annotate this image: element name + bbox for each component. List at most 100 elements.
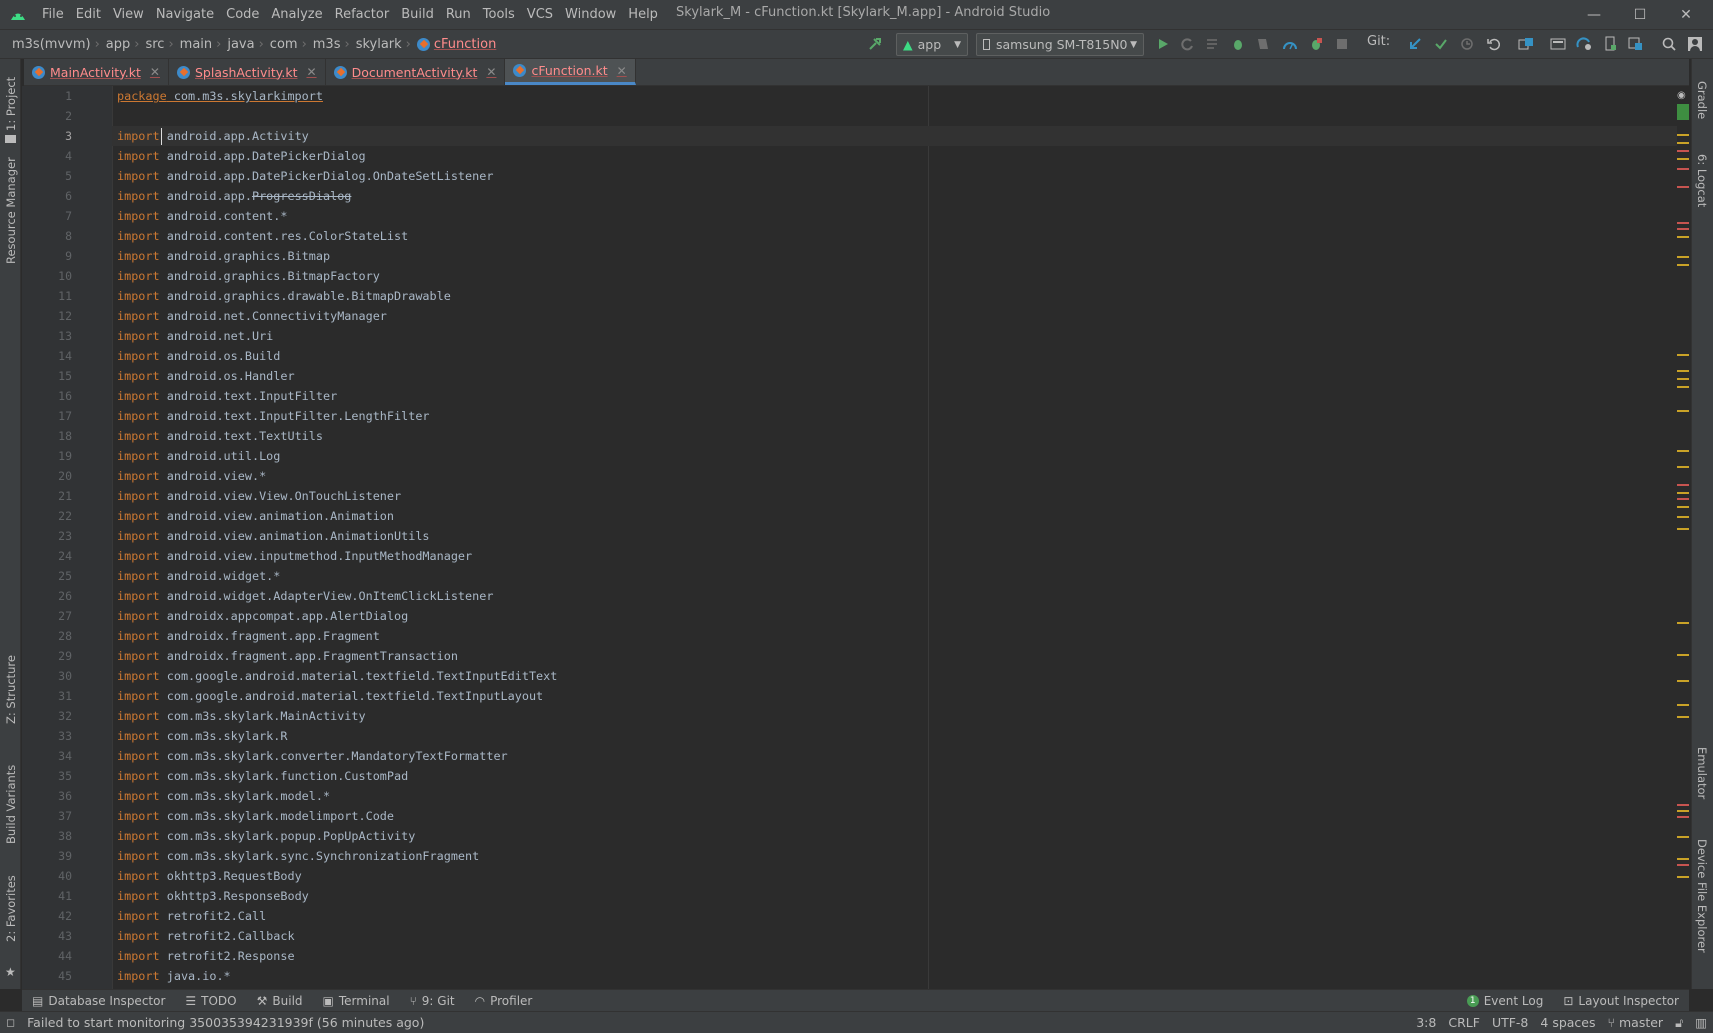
code-line[interactable]: import com.m3s.skylark.sync.Synchronizat… (117, 846, 479, 866)
status-toggle-icon[interactable]: ◻ (0, 1016, 21, 1029)
code-line[interactable]: import android.text.InputFilter (117, 386, 337, 406)
line-separator[interactable]: CRLF (1442, 1015, 1486, 1030)
maximize-button[interactable]: ☐ (1617, 0, 1663, 29)
code-line[interactable]: import androidx.appcompat.app.AlertDialo… (117, 606, 408, 626)
favorites-tool-tab[interactable]: 2: Favorites (4, 875, 18, 942)
error-stripe-mark[interactable] (1677, 498, 1689, 500)
menu-file[interactable]: File (36, 0, 70, 29)
git-history-icon[interactable] (1456, 33, 1478, 55)
code-editor[interactable]: package com.m3s.skylarkimport import andr… (112, 86, 1677, 989)
breadcrumb-item[interactable]: m3s (309, 37, 343, 52)
error-stripe-mark[interactable] (1677, 484, 1689, 486)
error-stripe-mark[interactable] (1677, 506, 1689, 508)
error-stripe-mark[interactable] (1677, 142, 1689, 144)
error-stripe-mark[interactable] (1677, 858, 1689, 860)
error-stripe-mark[interactable] (1677, 466, 1689, 468)
menu-refactor[interactable]: Refactor (329, 0, 396, 29)
sync-gradle-icon[interactable] (1573, 33, 1595, 55)
device-manager-icon[interactable] (1625, 33, 1647, 55)
status-message[interactable]: Failed to start monitoring 3500353942319… (21, 1015, 430, 1030)
code-line[interactable]: import com.m3s.skylark.popup.PopUpActivi… (117, 826, 415, 846)
git-rollback-icon[interactable] (1482, 33, 1504, 55)
code-line[interactable]: import okhttp3.ResponseBody (117, 886, 309, 906)
git-tab[interactable]: ⑂ 9: Git (400, 994, 465, 1008)
code-line[interactable]: import android.view.animation.Animation (117, 506, 394, 526)
indent-setting[interactable]: 4 spaces (1534, 1015, 1601, 1030)
error-stripe-mark[interactable] (1677, 158, 1689, 160)
hammer-icon[interactable] (864, 33, 886, 55)
error-stripe-mark[interactable] (1677, 354, 1689, 356)
error-stripe-mark[interactable] (1677, 654, 1689, 656)
breadcrumb-item[interactable]: java (223, 37, 256, 52)
editor-tab[interactable]: DocumentActivity.kt ✕ (326, 59, 506, 85)
close-button[interactable]: ✕ (1663, 0, 1709, 29)
close-tab-icon[interactable]: ✕ (617, 64, 627, 78)
code-line[interactable]: import android.view.* (117, 466, 266, 486)
menu-tools[interactable]: Tools (477, 0, 521, 29)
breadcrumb-item[interactable]: com (266, 37, 300, 52)
code-line[interactable]: import android.widget.AdapterView.OnItem… (117, 586, 493, 606)
code-line[interactable]: import com.m3s.skylark.modelimport.Code (117, 806, 394, 826)
minimize-button[interactable]: — (1571, 0, 1617, 29)
event-log-tab[interactable]: 1 Event Log (1457, 994, 1554, 1008)
menu-analyze[interactable]: Analyze (265, 0, 328, 29)
error-stripe-mark[interactable] (1677, 450, 1689, 452)
logcat-tool-tab[interactable]: 6: Logcat (1695, 154, 1709, 207)
code-line[interactable]: import retrofit2.Call (117, 906, 266, 926)
code-line[interactable]: import retrofit2.Response (117, 946, 295, 966)
error-stripe-mark[interactable] (1677, 264, 1689, 266)
error-stripe-mark[interactable] (1677, 386, 1689, 388)
sdk-manager-icon[interactable] (1547, 33, 1569, 55)
menu-code[interactable]: Code (220, 0, 265, 29)
code-line[interactable]: import com.m3s.skylark.function.CustomPa… (117, 766, 408, 786)
editor-tab[interactable]: cFunction.kt ✕ (505, 59, 636, 85)
close-tab-icon[interactable]: ✕ (150, 65, 160, 79)
code-line[interactable]: import com.m3s.skylark.MainActivity (117, 706, 366, 726)
error-stripe-mark[interactable] (1677, 516, 1689, 518)
code-line[interactable]: import android.net.Uri (117, 326, 273, 346)
apply-changes-icon[interactable] (1201, 33, 1223, 55)
code-line[interactable]: import com.google.android.material.textf… (117, 686, 543, 706)
device-file-explorer-tab[interactable]: Device File Explorer (1695, 839, 1709, 953)
code-line[interactable]: import android.widget.* (117, 566, 280, 586)
error-stripe-mark[interactable] (1677, 704, 1689, 706)
git-update-icon[interactable] (1404, 33, 1426, 55)
breadcrumb-item[interactable]: cFunction (413, 37, 498, 52)
avd-manager-icon[interactable] (1599, 33, 1621, 55)
error-stripe-mark[interactable] (1677, 410, 1689, 412)
error-stripe-mark[interactable] (1677, 716, 1689, 718)
breadcrumb-item[interactable]: skylark (352, 37, 404, 52)
error-stripe-mark[interactable] (1677, 810, 1689, 812)
error-stripe-mark[interactable] (1677, 134, 1689, 136)
code-line[interactable]: import retrofit2.Callback (117, 926, 295, 946)
code-line[interactable]: import com.m3s.skylark.converter.Mandato… (117, 746, 508, 766)
database-inspector-tab[interactable]: ▤ Database Inspector (22, 994, 175, 1008)
breadcrumb-item[interactable]: m3s(mvvm) (8, 37, 93, 52)
code-line[interactable]: import android.graphics.BitmapFactory (117, 266, 380, 286)
error-stripe-mark[interactable] (1677, 150, 1689, 152)
close-tab-icon[interactable]: ✕ (486, 65, 496, 79)
breadcrumb-item[interactable]: src (141, 37, 166, 52)
menu-vcs[interactable]: VCS (521, 0, 559, 29)
code-line[interactable]: import android.app.DatePickerDialog (117, 146, 366, 166)
build-variants-tab[interactable]: Build Variants (4, 765, 18, 844)
coverage-icon[interactable] (1252, 33, 1274, 55)
git-commit-icon[interactable] (1430, 33, 1452, 55)
menu-build[interactable]: Build (395, 0, 440, 29)
code-line[interactable]: import androidx.fragment.app.Fragment (117, 626, 380, 646)
code-line[interactable]: import com.m3s.skylark.R (117, 726, 287, 746)
editor-tab[interactable]: MainActivity.kt ✕ (24, 59, 169, 85)
todo-tab[interactable]: ☰ TODO (175, 994, 246, 1008)
code-line[interactable]: import android.text.TextUtils (117, 426, 323, 446)
terminal-tab[interactable]: ▣ Terminal (313, 994, 400, 1008)
breadcrumb-item[interactable]: main (176, 37, 214, 52)
profiler-tab[interactable]: ◠ Profiler (465, 994, 543, 1008)
code-line[interactable]: import android.os.Handler (117, 366, 295, 386)
build-tab[interactable]: ⚒ Build (247, 994, 313, 1008)
layout-inspector-tab[interactable]: ⊡ Layout Inspector (1553, 994, 1689, 1008)
error-stripe-mark[interactable] (1677, 622, 1689, 624)
menu-edit[interactable]: Edit (70, 0, 107, 29)
code-line[interactable]: import okhttp3.RequestBody (117, 866, 302, 886)
code-line[interactable]: package com.m3s.skylarkimport (117, 86, 323, 106)
menu-view[interactable]: View (107, 0, 150, 29)
